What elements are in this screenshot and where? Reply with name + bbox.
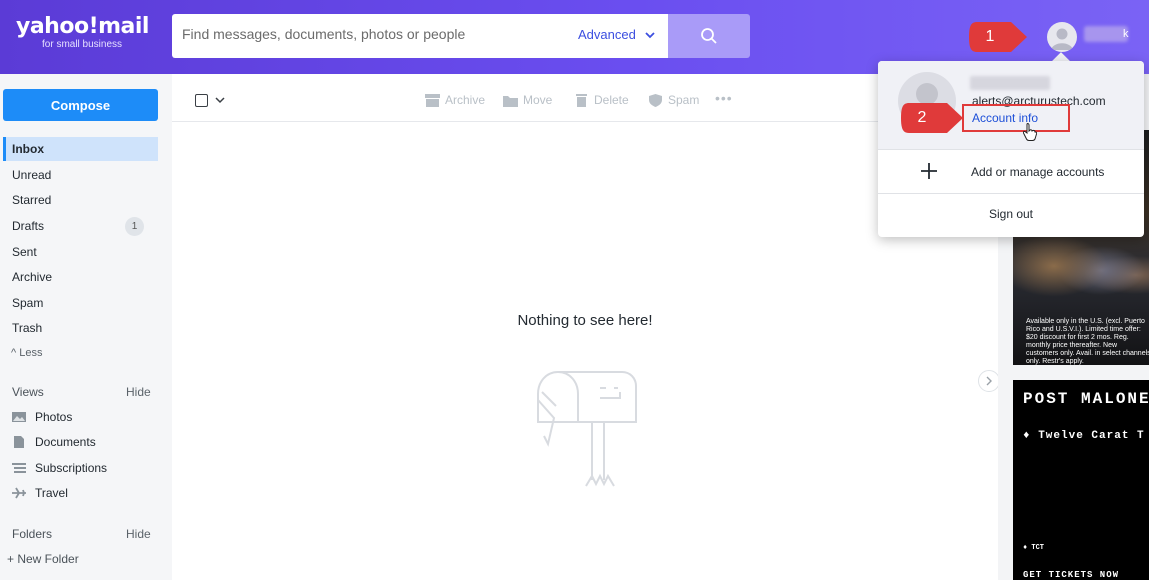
search-icon	[701, 28, 717, 44]
view-item-documents[interactable]: Documents	[11, 435, 96, 449]
sidebar-item-label: Trash	[12, 321, 43, 335]
archive-label: Archive	[445, 93, 486, 107]
user-icon	[1051, 28, 1073, 50]
sidebar-item-unread[interactable]: Unread	[3, 163, 158, 187]
move-button[interactable]: Move	[503, 93, 552, 107]
compose-button[interactable]: Compose	[3, 89, 158, 121]
ad-cta: GET TICKETS NOW	[1023, 570, 1120, 580]
add-manage-accounts-item[interactable]: Add or manage accounts	[878, 150, 1144, 194]
delete-label: Delete	[594, 93, 629, 107]
view-item-travel[interactable]: Travel	[11, 486, 68, 500]
add-manage-accounts-label: Add or manage accounts	[971, 165, 1105, 179]
view-item-label: Photos	[35, 410, 73, 424]
sidebar-item-label: Spam	[12, 296, 44, 310]
sidebar-item-trash[interactable]: Trash	[3, 316, 158, 340]
expand-pane-button[interactable]	[978, 370, 1000, 392]
trash-icon	[576, 93, 587, 107]
sidebar-item-label: Drafts	[12, 219, 45, 233]
account-dropdown-menu: alerts@arcturustech.com Account info Add…	[878, 61, 1144, 237]
advanced-search-link[interactable]: Advanced	[578, 27, 636, 42]
account-name-blurred	[970, 76, 1050, 90]
chevron-down-icon[interactable]	[644, 29, 656, 41]
profile-avatar[interactable]	[1047, 22, 1077, 52]
chevron-right-icon	[986, 376, 992, 386]
document-icon	[14, 436, 24, 448]
sidebar-item-drafts[interactable]: Drafts 1	[3, 214, 158, 238]
plane-icon	[12, 487, 26, 499]
views-header: Views	[12, 385, 44, 399]
more-actions-button[interactable]: •••	[715, 90, 733, 106]
step-2-marker: 2	[899, 101, 965, 135]
message-toolbar: Archive Move Delete Spam •••	[172, 74, 998, 122]
logo-subtitle: for small business	[42, 39, 123, 50]
drafts-count-badge: 1	[125, 217, 144, 236]
delete-button[interactable]: Delete	[574, 93, 629, 107]
subscriptions-icon	[12, 463, 26, 473]
folder-move-icon	[503, 95, 518, 107]
plus-icon	[921, 163, 937, 179]
ad-banner-post-malone[interactable]: POST MALONE ♦ Twelve Carat T ♦ TCT GET T…	[1013, 380, 1149, 580]
view-item-label: Documents	[35, 435, 96, 449]
search-button[interactable]	[668, 14, 750, 58]
profile-name-suffix: k	[1123, 28, 1129, 40]
ad-subheadline: ♦ Twelve Carat T	[1023, 430, 1145, 442]
chevron-up-icon: ^	[11, 347, 17, 359]
sidebar-item-starred[interactable]: Starred	[3, 188, 158, 212]
folders-header: Folders	[12, 527, 53, 541]
move-label: Move	[523, 93, 553, 107]
hand-cursor-icon	[1023, 123, 1037, 141]
ad-headline: POST MALONE	[1023, 390, 1149, 408]
sidebar-item-spam[interactable]: Spam	[3, 291, 158, 315]
archive-icon	[425, 93, 440, 107]
sidebar-item-archive[interactable]: Archive	[3, 265, 158, 289]
view-item-subscriptions[interactable]: Subscriptions	[11, 461, 107, 475]
ad-image	[1013, 230, 1149, 320]
photo-icon	[12, 412, 26, 422]
view-item-label: Subscriptions	[35, 461, 108, 475]
views-hide-link[interactable]: Hide	[126, 385, 151, 399]
sidebar-item-label: Starred	[12, 193, 52, 207]
folders-hide-link[interactable]: Hide	[126, 527, 151, 541]
sidebar-item-sent[interactable]: Sent	[3, 240, 158, 264]
yahoo-mail-logo[interactable]: yahoo!mail for small business	[16, 14, 149, 50]
view-item-label: Travel	[35, 486, 68, 500]
left-sidebar: Compose Inbox Unread Starred Drafts 1 Se…	[0, 74, 172, 580]
search-box: Advanced	[172, 14, 668, 58]
sidebar-item-label: Inbox	[12, 142, 44, 156]
sign-out-button[interactable]: Sign out	[878, 207, 1144, 221]
sidebar-item-label: Sent	[12, 245, 37, 259]
less-toggle[interactable]: ^ Less	[11, 347, 42, 359]
less-label: Less	[19, 347, 43, 359]
ad-tag: ♦ TCT	[1023, 544, 1045, 552]
search-input[interactable]	[182, 26, 562, 42]
spam-button[interactable]: Spam	[648, 93, 699, 107]
profile-name-blurred[interactable]	[1084, 26, 1128, 42]
sidebar-item-label: Archive	[12, 270, 53, 284]
step-1-marker: 1	[967, 20, 1029, 54]
logo-text: yahoo!mail	[16, 14, 149, 39]
shield-icon	[649, 93, 662, 107]
empty-state-message: Nothing to see here!	[517, 312, 653, 329]
chevron-down-icon[interactable]	[215, 96, 225, 104]
sidebar-item-inbox[interactable]: Inbox	[3, 137, 158, 161]
empty-mailbox-illustration	[537, 370, 637, 487]
select-all-checkbox[interactable]	[195, 94, 208, 107]
view-item-photos[interactable]: Photos	[11, 410, 72, 424]
step-2-number: 2	[917, 109, 927, 126]
ad-disclaimer-text: Available only in the U.S. (excl. Puerto…	[1026, 318, 1149, 365]
sidebar-item-label: Unread	[12, 168, 52, 182]
step-1-number: 1	[985, 28, 995, 45]
account-info-highlight-box	[962, 104, 1070, 132]
new-folder-button[interactable]: + New Folder	[7, 552, 79, 566]
archive-button[interactable]: Archive	[425, 93, 485, 107]
spam-label: Spam	[668, 93, 700, 107]
